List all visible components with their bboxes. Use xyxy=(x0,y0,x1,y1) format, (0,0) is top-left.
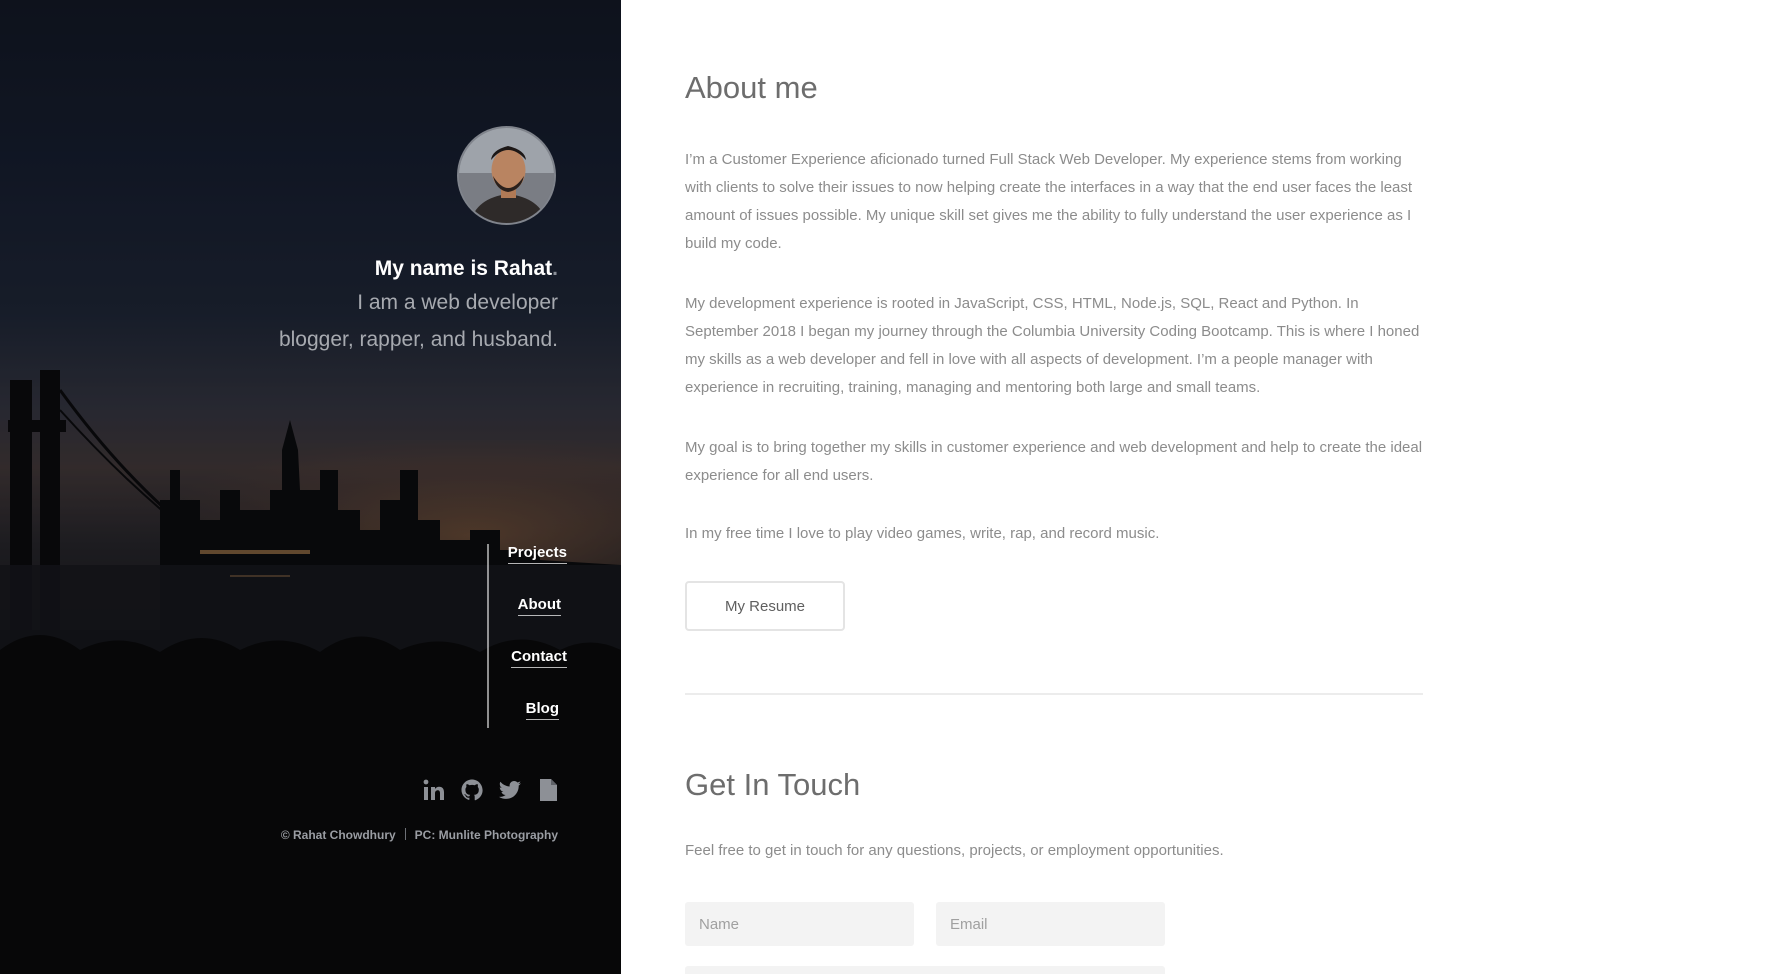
credits-separator xyxy=(404,828,406,840)
github-icon[interactable] xyxy=(460,778,484,802)
contact-heading: Get In Touch xyxy=(685,767,861,802)
profile-name: My name is Rahat. xyxy=(374,257,558,280)
about-paragraph-1: I’m a Customer Experience aficionado tur… xyxy=(685,151,1413,252)
about-paragraph-4: In my free time I love to play video gam… xyxy=(685,525,1160,542)
copyright-text: © Rahat Chowdhury xyxy=(280,828,396,842)
contact-description: Feel free to get in touch for any questi… xyxy=(685,842,1224,859)
name-input[interactable] xyxy=(685,902,914,946)
sidebar: My name is Rahat. I am a web developer b… xyxy=(0,0,621,974)
email-input[interactable] xyxy=(936,902,1165,946)
about-paragraph-3: My goal is to bring together my skills i… xyxy=(685,439,1423,484)
nav-projects-link[interactable]: Projects xyxy=(507,544,567,564)
nav-about-link[interactable]: About xyxy=(517,596,561,616)
tagline-2: blogger, rapper, and husband. xyxy=(278,328,558,351)
photo-credit-text: PC: Munlite Photography xyxy=(414,828,558,842)
main-nav: Projects About Contact Blog xyxy=(487,544,567,728)
twitter-icon[interactable] xyxy=(498,778,522,802)
section-divider xyxy=(685,693,1423,695)
tagline-1: I am a web developer xyxy=(357,291,558,314)
footer-credits: © Rahat Chowdhury PC: Munlite Photography xyxy=(281,828,558,842)
avatar xyxy=(457,126,556,225)
nav-contact-link[interactable]: Contact xyxy=(511,648,567,668)
linkedin-icon[interactable] xyxy=(422,778,446,802)
intro-text: My name is Rahat. I am a web developer b… xyxy=(138,254,558,358)
social-links xyxy=(422,778,560,802)
about-heading: About me xyxy=(685,70,818,105)
about-paragraph-2: My development experience is rooted in J… xyxy=(685,295,1420,396)
nav-blog-link[interactable]: Blog xyxy=(525,700,559,720)
document-icon[interactable] xyxy=(536,778,560,802)
resume-button[interactable]: My Resume xyxy=(685,581,845,631)
message-field[interactable] xyxy=(685,966,1165,974)
